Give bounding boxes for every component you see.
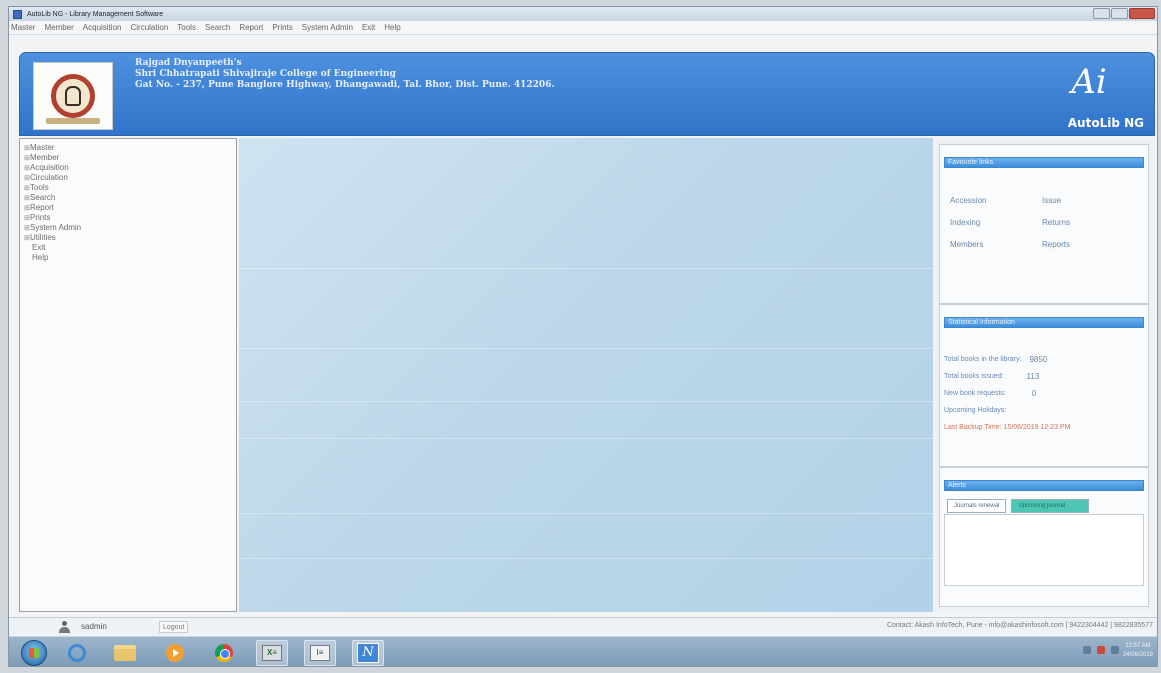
menu-member[interactable]: Member (44, 23, 73, 32)
favourite-links: Accession Issue Indexing Returns Members… (950, 193, 1102, 253)
chrome-icon (215, 644, 233, 662)
tree-item-prints[interactable]: ⊞Prints (24, 213, 236, 223)
status-bar: sadmin Logout Contact: Akash InfoTech, P… (9, 617, 1157, 635)
menu-report[interactable]: Report (239, 23, 263, 32)
menu-search[interactable]: Search (205, 23, 230, 32)
stat-books-issued: Total books issued: 113 (944, 372, 1040, 381)
maximize-button[interactable] (1111, 8, 1128, 19)
logo-emblem (51, 74, 95, 118)
link-returns[interactable]: Returns (1042, 215, 1102, 231)
logout-button[interactable]: Logout (159, 621, 189, 633)
clock-date: 24/06/2019 (1122, 652, 1153, 658)
stat-book-requests: New book requests: 0 (944, 389, 1037, 398)
internet-explorer-icon (68, 644, 86, 662)
taskbar-autolib[interactable]: N (352, 640, 384, 666)
stat-last-backup: Last Backup Time: 15/06/2019 12:23 PM (944, 424, 1071, 431)
taskbar-document[interactable]: I≡ (304, 640, 336, 666)
title-bar[interactable]: AutoLib NG - Library Management Software (9, 7, 1157, 21)
institution-info: Rajgad Dnyanpeeth's Shri Chhatrapati Shi… (135, 58, 555, 91)
link-accession[interactable]: Accession (950, 193, 1042, 209)
tab-journals-renewal[interactable]: Journals renewal (947, 499, 1007, 513)
menu-tools[interactable]: Tools (177, 23, 196, 32)
menu-prints[interactable]: Prints (272, 23, 292, 32)
alert-tabs: Journals renewal Upcoming journal (947, 499, 1090, 513)
institution-header: Rajgad Dnyanpeeth's Shri Chhatrapati Shi… (19, 52, 1155, 136)
menu-circulation[interactable]: Circulation (130, 23, 168, 32)
tab-upcoming-journal[interactable]: Upcoming journal (1011, 499, 1090, 513)
minimize-button[interactable] (1093, 8, 1110, 19)
tree-item-acquisition[interactable]: ⊞Acquisition (24, 163, 236, 173)
college-logo (33, 62, 113, 130)
tree-item-master[interactable]: ⊞Master (24, 143, 236, 153)
link-indexing[interactable]: Indexing (950, 215, 1042, 231)
autolib-logo-icon: Ai (1071, 62, 1107, 102)
tree-item-member[interactable]: ⊞Member (24, 153, 236, 163)
user-icon (58, 621, 71, 633)
stat-book-requests-value: 0 (1031, 389, 1037, 398)
link-issue[interactable]: Issue (1042, 193, 1102, 209)
contact-info: Contact: Akash InfoTech, Pune - info@aka… (886, 622, 1153, 629)
tree-item-system-admin[interactable]: ⊞System Admin (24, 223, 236, 233)
taskbar-ie[interactable] (61, 640, 93, 666)
system-tray (1083, 646, 1119, 654)
stat-books-issued-value: 113 (1026, 372, 1040, 381)
favourite-links-box: Favourite links Accession Issue Indexing… (939, 144, 1149, 304)
stat-total-books: Total books in the library: 9850 (944, 355, 1048, 364)
excel-icon: X≡ (262, 645, 282, 661)
tree-item-search[interactable]: ⊞Search (24, 193, 236, 203)
link-members[interactable]: Members (950, 237, 1042, 253)
tree-item-tools[interactable]: ⊞Tools (24, 183, 236, 193)
tree-item-utilities[interactable]: ⊞Utilities (24, 233, 236, 243)
security-icon[interactable] (1097, 646, 1105, 654)
institution-address: Gat No. - 237, Pune Banglore Highway, Dh… (135, 80, 555, 90)
tree-item-exit[interactable]: Exit (24, 243, 236, 253)
alerts-title: Alerts (944, 480, 1144, 491)
window-controls (1093, 8, 1155, 19)
document-icon: I≡ (310, 645, 330, 661)
statistics-box: Statistical Information Total books in t… (939, 304, 1149, 467)
username: sadmin (81, 622, 107, 631)
app-window: AutoLib NG - Library Management Software… (8, 6, 1158, 667)
taskbar-chrome[interactable] (208, 640, 240, 666)
menu-system-admin[interactable]: System Admin (302, 23, 353, 32)
window-title: AutoLib NG - Library Management Software (27, 10, 164, 18)
stat-total-books-value: 9850 (1029, 355, 1048, 364)
taskbar: X≡ I≡ N 12:57 AM 24/06/2019 (9, 636, 1157, 666)
menu-acquisition[interactable]: Acquisition (83, 23, 122, 32)
network-icon[interactable] (1083, 646, 1091, 654)
institution-trust: Rajgad Dnyanpeeth's (135, 58, 242, 68)
link-reports[interactable]: Reports (1042, 237, 1102, 253)
stat-upcoming-holidays: Upcoming Holidays: (944, 407, 1007, 414)
menu-bar: Master Member Acquisition Circulation To… (9, 21, 1157, 35)
start-button[interactable] (21, 640, 47, 666)
tree-item-help[interactable]: Help (24, 253, 236, 263)
menu-help[interactable]: Help (384, 23, 400, 32)
brand-name: AutoLib NG (1067, 116, 1144, 130)
volume-icon[interactable] (1111, 646, 1119, 654)
taskbar-clock[interactable]: 12:57 AM 24/06/2019 (1123, 642, 1153, 660)
menu-exit[interactable]: Exit (362, 23, 375, 32)
clock-time: 12:57 AM (1125, 643, 1151, 649)
tree-item-circulation[interactable]: ⊞Circulation (24, 173, 236, 183)
taskbar-excel[interactable]: X≡ (256, 640, 288, 666)
taskbar-media-player[interactable] (159, 640, 191, 666)
autolib-icon: N (357, 643, 379, 663)
menu-master[interactable]: Master (11, 23, 35, 32)
main-content-area (239, 138, 933, 612)
app-icon (13, 9, 22, 19)
close-button[interactable] (1129, 8, 1155, 19)
institution-name: Shri Chhatrapati Shivajiraje College of … (135, 69, 396, 79)
alerts-list (944, 514, 1144, 586)
statistics-list: Total books in the library: 9850 Total b… (944, 351, 1070, 436)
folder-icon (114, 645, 136, 661)
favourite-links-title: Favourite links (944, 157, 1144, 168)
statistics-title: Statistical Information (944, 317, 1144, 328)
right-panel: Favourite links Accession Issue Indexing… (935, 138, 1155, 612)
tree-item-report[interactable]: ⊞Report (24, 203, 236, 213)
taskbar-explorer[interactable] (109, 640, 141, 666)
navigation-tree: ⊞Master ⊞Member ⊞Acquisition ⊞Circulatio… (19, 138, 237, 612)
media-player-icon (166, 644, 184, 662)
alerts-box: Alerts Journals renewal Upcoming journal (939, 467, 1149, 607)
